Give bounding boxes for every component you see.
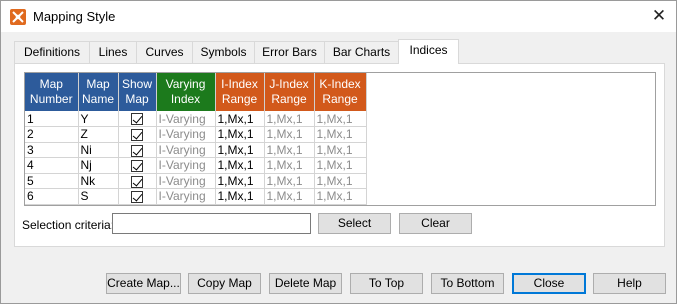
map-name-cell[interactable]: Y xyxy=(78,111,119,127)
i-range-cell[interactable]: 1,Mx,1 xyxy=(215,173,265,189)
varying-index-cell[interactable]: I-Varying xyxy=(156,126,216,143)
tab-symbols[interactable]: Symbols xyxy=(192,41,255,63)
show-map-cell[interactable] xyxy=(118,126,157,143)
tab-indices[interactable]: Indices xyxy=(398,39,459,64)
checkbox-checked-icon[interactable] xyxy=(131,144,143,157)
header-map-name[interactable]: Map Name xyxy=(78,73,119,111)
select-button[interactable]: Select xyxy=(318,213,391,234)
map-number-cell[interactable]: 4 xyxy=(25,157,79,174)
i-range-cell[interactable]: 1,Mx,1 xyxy=(215,157,265,174)
show-map-cell[interactable] xyxy=(118,142,157,158)
j-range-cell[interactable]: 1,Mx,1 xyxy=(264,111,315,127)
table-row[interactable]: 4 Nj I-Varying 1,Mx,1 1,Mx,1 1,Mx,1 xyxy=(25,157,367,174)
i-range-cell[interactable]: 1,Mx,1 xyxy=(215,188,265,205)
j-range-cell[interactable]: 1,Mx,1 xyxy=(264,188,315,205)
k-range-cell[interactable]: 1,Mx,1 xyxy=(314,126,367,143)
j-range-cell[interactable]: 1,Mx,1 xyxy=(264,157,315,174)
tab-bar-charts[interactable]: Bar Charts xyxy=(324,41,399,63)
header-map-number[interactable]: Map Number xyxy=(25,73,79,111)
j-range-cell[interactable]: 1,Mx,1 xyxy=(264,173,315,189)
show-map-cell[interactable] xyxy=(118,173,157,189)
copy-map-button[interactable]: Copy Map xyxy=(188,273,261,294)
map-number-cell[interactable]: 1 xyxy=(25,111,79,127)
map-number-cell[interactable]: 2 xyxy=(25,126,79,143)
tab-curves[interactable]: Curves xyxy=(136,41,193,63)
clear-button[interactable]: Clear xyxy=(399,213,472,234)
window-title: Mapping Style xyxy=(33,9,116,24)
varying-index-cell[interactable]: I-Varying xyxy=(156,173,216,189)
table-row[interactable]: 2 Z I-Varying 1,Mx,1 1,Mx,1 1,Mx,1 xyxy=(25,126,367,143)
help-button[interactable]: Help xyxy=(593,273,666,294)
checkbox-checked-icon[interactable] xyxy=(131,160,143,173)
table-header-row: Map Number Map Name Show Map Varying Index I… xyxy=(25,73,367,111)
checkbox-checked-icon[interactable] xyxy=(131,113,143,126)
header-i-index-range[interactable]: I-Index Range xyxy=(215,73,265,111)
header-varying-index[interactable]: Varying Index xyxy=(156,73,216,111)
header-show-map[interactable]: Show Map xyxy=(118,73,157,111)
selection-criteria-input[interactable] xyxy=(112,213,311,234)
show-map-cell[interactable] xyxy=(118,157,157,174)
varying-index-cell[interactable]: I-Varying xyxy=(156,157,216,174)
k-range-cell[interactable]: 1,Mx,1 xyxy=(314,111,367,127)
mapping-style-icon xyxy=(10,9,26,25)
k-range-cell[interactable]: 1,Mx,1 xyxy=(314,157,367,174)
map-number-cell[interactable]: 6 xyxy=(25,188,79,205)
close-button[interactable]: Close xyxy=(512,273,586,294)
to-bottom-button[interactable]: To Bottom xyxy=(431,273,504,294)
indices-panel: Map Number Map Name Show Map Varying Index I… xyxy=(14,63,665,247)
delete-map-button[interactable]: Delete Map xyxy=(269,273,342,294)
i-range-cell[interactable]: 1,Mx,1 xyxy=(215,126,265,143)
mapping-style-dialog: Mapping Style ✕ Definitions Lines Curves… xyxy=(0,0,677,304)
varying-index-cell[interactable]: I-Varying xyxy=(156,111,216,127)
create-map-button[interactable]: Create Map... xyxy=(106,273,181,294)
checkbox-checked-icon[interactable] xyxy=(131,191,143,204)
maps-grid: Map Number Map Name Show Map Varying Index I… xyxy=(24,72,656,206)
header-k-index-range[interactable]: K-Index Range xyxy=(314,73,367,111)
varying-index-cell[interactable]: I-Varying xyxy=(156,142,216,158)
i-range-cell[interactable]: 1,Mx,1 xyxy=(215,142,265,158)
show-map-cell[interactable] xyxy=(118,111,157,127)
table-row[interactable]: 3 Ni I-Varying 1,Mx,1 1,Mx,1 1,Mx,1 xyxy=(25,142,367,158)
tab-definitions[interactable]: Definitions xyxy=(14,41,90,63)
map-name-cell[interactable]: Z xyxy=(78,126,119,143)
map-number-cell[interactable]: 5 xyxy=(25,173,79,189)
map-name-cell[interactable]: S xyxy=(78,188,119,205)
i-range-cell[interactable]: 1,Mx,1 xyxy=(215,111,265,127)
tab-lines[interactable]: Lines xyxy=(89,41,137,63)
k-range-cell[interactable]: 1,Mx,1 xyxy=(314,188,367,205)
table-row[interactable]: 5 Nk I-Varying 1,Mx,1 1,Mx,1 1,Mx,1 xyxy=(25,173,367,189)
checkbox-checked-icon[interactable] xyxy=(131,129,143,142)
map-name-cell[interactable]: Nj xyxy=(78,157,119,174)
map-name-cell[interactable]: Nk xyxy=(78,173,119,189)
title-bar: Mapping Style ✕ xyxy=(1,1,676,32)
map-name-cell[interactable]: Ni xyxy=(78,142,119,158)
tab-error-bars[interactable]: Error Bars xyxy=(254,41,325,63)
header-j-index-range[interactable]: J-Index Range xyxy=(264,73,315,111)
checkbox-checked-icon[interactable] xyxy=(131,175,143,188)
k-range-cell[interactable]: 1,Mx,1 xyxy=(314,142,367,158)
table-row[interactable]: 1 Y I-Varying 1,Mx,1 1,Mx,1 1,Mx,1 xyxy=(25,111,367,127)
j-range-cell[interactable]: 1,Mx,1 xyxy=(264,142,315,158)
show-map-cell[interactable] xyxy=(118,188,157,205)
to-top-button[interactable]: To Top xyxy=(350,273,423,294)
table-row[interactable]: 6 S I-Varying 1,Mx,1 1,Mx,1 1,Mx,1 xyxy=(25,188,367,205)
close-icon[interactable]: ✕ xyxy=(648,5,670,27)
selection-criteria-label: Selection criteria: xyxy=(22,218,115,232)
j-range-cell[interactable]: 1,Mx,1 xyxy=(264,126,315,143)
map-number-cell[interactable]: 3 xyxy=(25,142,79,158)
varying-index-cell[interactable]: I-Varying xyxy=(156,188,216,205)
k-range-cell[interactable]: 1,Mx,1 xyxy=(314,173,367,189)
maps-table: Map Number Map Name Show Map Varying Index I… xyxy=(25,73,367,205)
